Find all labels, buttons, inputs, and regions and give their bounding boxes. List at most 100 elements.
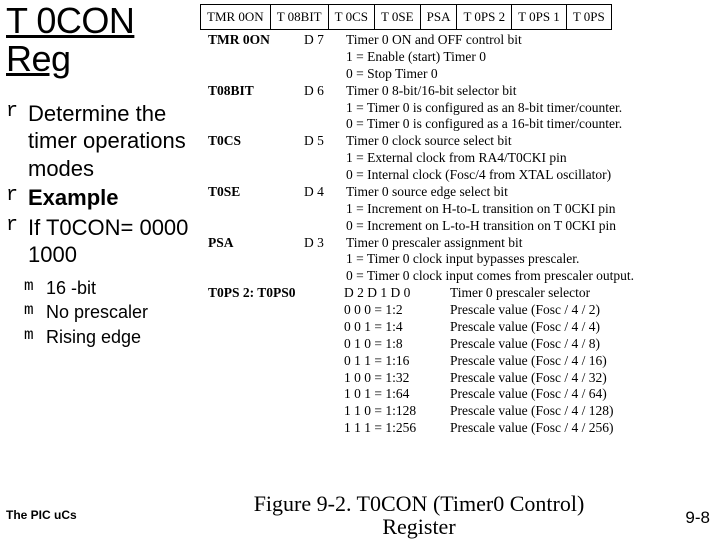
bit-name: T0SE (208, 184, 304, 201)
page-number: 9-8 (685, 508, 710, 528)
bit-def-row: 1 = Timer 0 clock input bypasses prescal… (208, 251, 716, 268)
bit-desc: 0 = Timer 0 is configured as a 16-bit ti… (346, 116, 716, 133)
bit-def-row: 0 = Internal clock (Fosc/4 from XTAL osc… (208, 167, 716, 184)
prescaler-code: 1 0 0 = 1:32 (344, 370, 450, 387)
bit-number (304, 100, 346, 117)
title-line1: T 0CON (6, 0, 134, 41)
bit-desc: Timer 0 prescaler assignment bit (346, 235, 716, 252)
bit-def-row: 1 = Timer 0 is configured as an 8-bit ti… (208, 100, 716, 117)
bit-number (304, 251, 346, 268)
bit-name (208, 150, 304, 167)
bit-desc: 0 = Stop Timer 0 (346, 66, 716, 83)
title-line2: Reg (6, 38, 71, 79)
bit-desc: 0 = Timer 0 clock input comes from presc… (346, 268, 716, 285)
bit-number (304, 201, 346, 218)
sub-bullet-marker: m (24, 326, 46, 349)
caption-line1: Figure 9-2. T0CON (Timer0 Control) (254, 491, 585, 516)
bullet-item: rIf T0CON= 0000 1000 (6, 214, 198, 269)
bit-name: TMR 0ON (208, 32, 304, 49)
bit-number: D 3 (304, 235, 346, 252)
prescaler-head: T0PS 2: T0PS0D 2 D 1 D 0Timer 0 prescale… (208, 285, 716, 302)
prescaler-row: 1 0 0 = 1:32Prescale value (Fosc / 4 / 3… (208, 370, 716, 387)
bit-header-cell: TMR 0ON (201, 5, 271, 30)
bit-desc: 1 = Timer 0 clock input bypasses prescal… (346, 251, 716, 268)
bullet-marker: r (6, 214, 28, 269)
bullet-marker: r (6, 100, 28, 183)
prescaler-row: 1 1 0 = 1:128Prescale value (Fosc / 4 / … (208, 403, 716, 420)
bullet-list: rDetermine the timer operations modesrEx… (6, 100, 198, 269)
bit-desc: Timer 0 ON and OFF control bit (346, 32, 716, 49)
bit-name: T08BIT (208, 83, 304, 100)
prescaler-desc: Prescale value (Fosc / 4 / 16) (450, 353, 607, 370)
prescaler-desc: Prescale value (Fosc / 4 / 4) (450, 319, 600, 336)
sub-bullet-item: mRising edge (24, 326, 198, 349)
bit-name (208, 49, 304, 66)
sub-bullet-list: m16 -bitmNo prescalermRising edge (24, 277, 198, 349)
bit-number (304, 150, 346, 167)
footer-left: The PIC uCs (6, 508, 77, 522)
sub-bullet-marker: m (24, 301, 46, 324)
prescaler-desc: Prescale value (Fosc / 4 / 256) (450, 420, 613, 437)
bit-number: D 6 (304, 83, 346, 100)
prescaler-code: 1 1 1 = 1:256 (344, 420, 450, 437)
prescaler-code: 0 0 1 = 1:4 (344, 319, 450, 336)
bit-description-block: TMR 0OND 7Timer 0 ON and OFF control bit… (208, 32, 716, 437)
bit-number (304, 268, 346, 285)
prescaler-desc: Prescale value (Fosc / 4 / 64) (450, 386, 607, 403)
bit-desc: Timer 0 source edge select bit (346, 184, 716, 201)
sub-bullet-text: No prescaler (46, 301, 148, 324)
prescaler-row: 0 1 0 = 1:8Prescale value (Fosc / 4 / 8) (208, 336, 716, 353)
bit-name (208, 251, 304, 268)
bit-def-row: 0 = Increment on L-to-H transition on T … (208, 218, 716, 235)
prescaler-row: 0 1 1 = 1:16Prescale value (Fosc / 4 / 1… (208, 353, 716, 370)
bit-header-cell: T 0SE (374, 5, 420, 30)
bit-def-row: 0 = Timer 0 clock input comes from presc… (208, 268, 716, 285)
bit-number: D 4 (304, 184, 346, 201)
bit-number (304, 66, 346, 83)
prescaler-label: T0PS 2: T0PS0 (208, 285, 344, 302)
bit-def-row: 0 = Stop Timer 0 (208, 66, 716, 83)
bit-header-cell: PSA (420, 5, 457, 30)
bit-name (208, 100, 304, 117)
prescaler-row: 1 0 1 = 1:64Prescale value (Fosc / 4 / 6… (208, 386, 716, 403)
sub-bullet-text: 16 -bit (46, 277, 96, 300)
bit-name (208, 66, 304, 83)
caption-line2: Register (382, 514, 455, 539)
prescaler-desc: Prescale value (Fosc / 4 / 2) (450, 302, 600, 319)
bit-def-row: PSAD 3Timer 0 prescaler assignment bit (208, 235, 716, 252)
bit-header-cell: T 0PS 2 (457, 5, 512, 30)
bit-number (304, 167, 346, 184)
prescaler-code: 0 0 0 = 1:2 (344, 302, 450, 319)
bit-header-cell: T 0CS (328, 5, 374, 30)
bullet-item: rDetermine the timer operations modes (6, 100, 198, 183)
prescaler-code: 1 0 1 = 1:64 (344, 386, 450, 403)
bit-def-row: 1 = Increment on H-to-L transition on T … (208, 201, 716, 218)
bit-number (304, 218, 346, 235)
figure-caption: Figure 9-2. T0CON (Timer0 Control) Regis… (184, 492, 654, 538)
bit-desc: 1 = Increment on H-to-L transition on T … (346, 201, 716, 218)
bit-name (208, 201, 304, 218)
sub-bullet-text: Rising edge (46, 326, 141, 349)
bit-name (208, 268, 304, 285)
bit-desc: Timer 0 clock source select bit (346, 133, 716, 150)
bullet-text: Example (28, 184, 119, 212)
bit-header-table: TMR 0ONT 08BITT 0CST 0SEPSAT 0PS 2T 0PS … (200, 4, 612, 30)
prescaler-bitcols: D 2 D 1 D 0 (344, 285, 450, 302)
bit-def-row: 1 = Enable (start) Timer 0 (208, 49, 716, 66)
bit-def-row: T0CSD 5Timer 0 clock source select bit (208, 133, 716, 150)
bit-number: D 5 (304, 133, 346, 150)
slide-title: T 0CON Reg (6, 2, 198, 78)
bit-number: D 7 (304, 32, 346, 49)
bit-number (304, 116, 346, 133)
prescaler-desc: Prescale value (Fosc / 4 / 128) (450, 403, 613, 420)
bullet-item: rExample (6, 184, 198, 212)
prescaler-row: 0 0 1 = 1:4Prescale value (Fosc / 4 / 4) (208, 319, 716, 336)
bullet-marker: r (6, 184, 28, 212)
bit-desc: 1 = Enable (start) Timer 0 (346, 49, 716, 66)
prescaler-desc: Prescale value (Fosc / 4 / 8) (450, 336, 600, 353)
bit-name (208, 116, 304, 133)
bit-def-row: T08BITD 6Timer 0 8-bit/16-bit selector b… (208, 83, 716, 100)
prescaler-row: 1 1 1 = 1:256Prescale value (Fosc / 4 / … (208, 420, 716, 437)
prescaler-code: 1 1 0 = 1:128 (344, 403, 450, 420)
bullet-text: Determine the timer operations modes (28, 100, 198, 183)
